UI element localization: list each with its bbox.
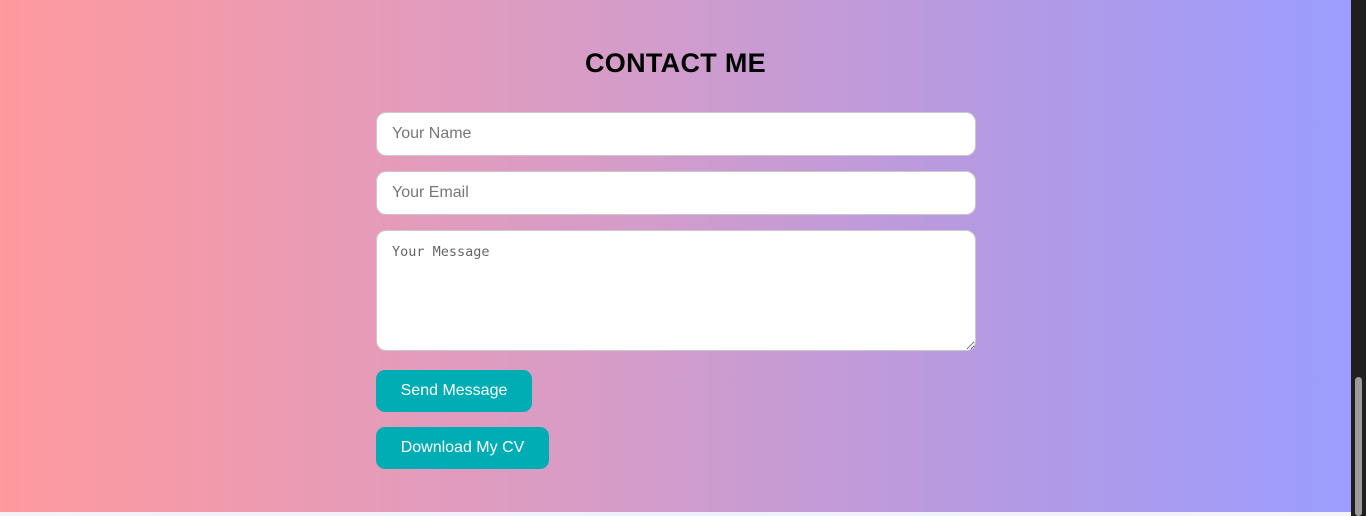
email-input[interactable] — [376, 171, 976, 215]
vertical-scrollbar[interactable] — [1351, 0, 1366, 516]
name-input[interactable] — [376, 112, 976, 156]
send-message-button[interactable]: Send Message — [376, 370, 532, 412]
next-section-edge — [0, 512, 1351, 516]
page: CONTACT ME Send Message Download My CV — [0, 0, 1366, 516]
scrollbar-thumb[interactable] — [1355, 377, 1362, 516]
download-cv-button[interactable]: Download My CV — [376, 427, 549, 469]
contact-section: CONTACT ME Send Message Download My CV — [0, 0, 1351, 516]
contact-title: CONTACT ME — [585, 48, 766, 78]
message-textarea[interactable] — [376, 230, 976, 351]
